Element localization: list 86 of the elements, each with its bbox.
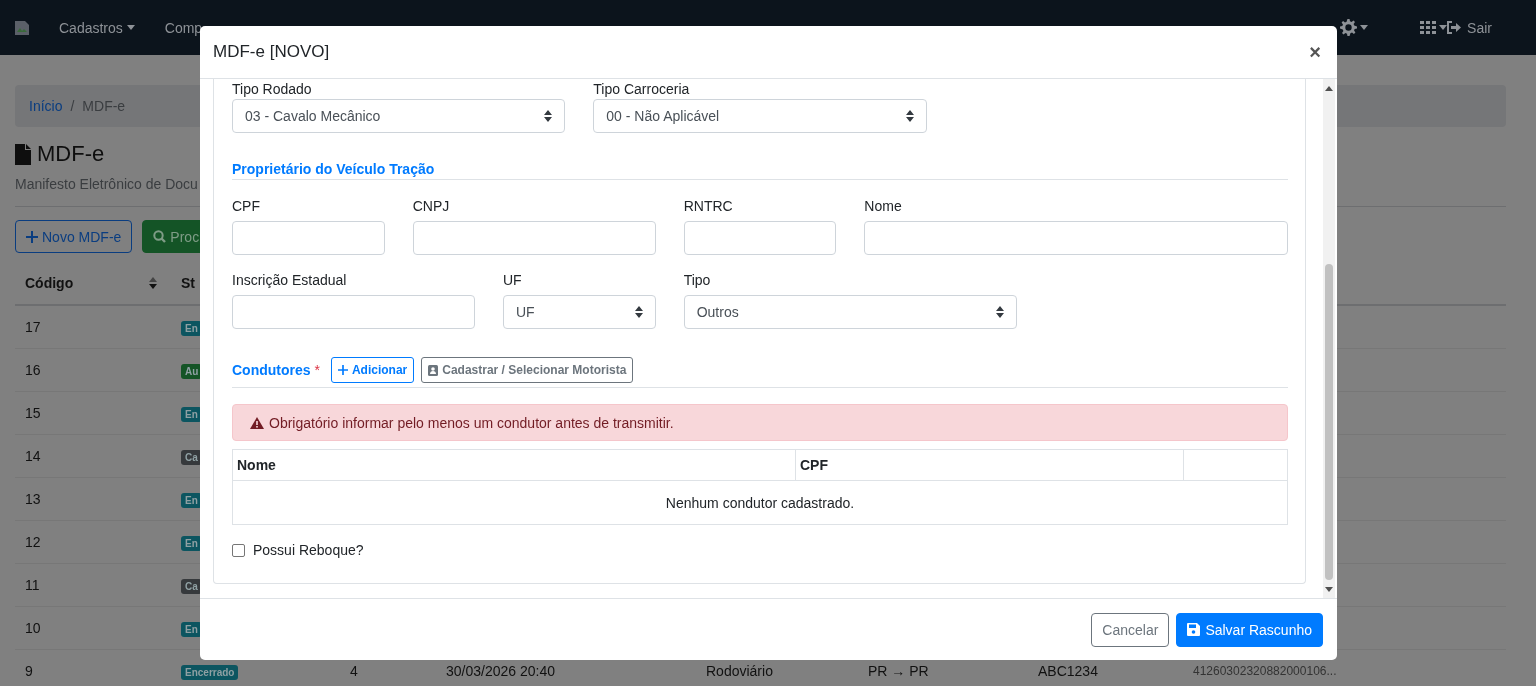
checkbox-label[interactable]: Possui Reboque?: [253, 542, 364, 558]
checkbox[interactable]: [232, 543, 245, 557]
column-header[interactable]: Código: [25, 275, 74, 291]
field-label: RNTRC: [683, 197, 734, 216]
text-field[interactable]: [232, 221, 385, 255]
page-subtitle: Manifesto Eletrônico de Docu: [15, 176, 198, 192]
select-driver-button[interactable]: Cadastrar / Selecionar Motorista: [421, 357, 634, 383]
nav-menu-item[interactable]: Comp: [164, 19, 203, 36]
column-header[interactable]: St: [181, 275, 195, 291]
status-badge: En: [181, 320, 202, 336]
logout-icon: [1447, 21, 1462, 34]
table-cell-text: ABC1234: [1037, 663, 1099, 679]
status-badge: En: [181, 621, 202, 637]
page-title: MDF-e: [37, 141, 105, 167]
logout-link[interactable]: Sair: [1447, 19, 1492, 36]
column-header: CPF: [795, 449, 1184, 481]
select-arrows-icon: [905, 110, 914, 122]
field-label: Nome: [864, 197, 903, 216]
table-cell-text: PR → PR: [867, 663, 930, 679]
select-field[interactable]: 00 - Não Aplicável: [593, 99, 927, 133]
text-field[interactable]: [864, 221, 1288, 255]
warning-icon: [250, 416, 264, 429]
table-cell-text: 13: [24, 491, 42, 507]
text-field[interactable]: [683, 221, 837, 255]
plus-icon: [26, 230, 38, 243]
add-button[interactable]: Adicionar: [330, 357, 415, 383]
broken-image-icon: [14, 19, 30, 36]
table-cell-text: 12: [24, 534, 42, 550]
search-icon: [153, 230, 167, 243]
cancel-button[interactable]: Cancelar: [1091, 612, 1170, 647]
table-cell-text: 15: [24, 405, 42, 421]
contact-card-icon: [428, 364, 439, 376]
field-label: Tipo Carroceria: [593, 80, 691, 99]
settings-icon[interactable]: [1340, 19, 1369, 36]
status-badge: Ca: [181, 578, 202, 594]
status-badge: En: [181, 406, 202, 422]
table-cell-text: 4: [349, 663, 359, 679]
sort-icon[interactable]: [149, 276, 157, 290]
save-draft-button[interactable]: Salvar Rascunho: [1176, 612, 1323, 647]
table-cell-text: 30/03/2026 20:40: [445, 663, 556, 679]
caret-icon: [1439, 25, 1448, 30]
document-icon: [15, 143, 31, 165]
empty-message: Nenhum condutor cadastrado.: [232, 480, 1288, 525]
status-badge: Au: [181, 363, 203, 379]
field-label: Tipo: [683, 271, 712, 290]
breadcrumb-separator: /: [70, 98, 75, 114]
table-cell-text: Rodoviário: [705, 663, 774, 679]
table-cell-text: 14: [24, 448, 42, 464]
column-header: Nome: [232, 449, 796, 481]
text-field[interactable]: [232, 295, 475, 329]
section-heading: Condutores *: [232, 362, 320, 378]
table-cell-text: 17: [24, 319, 42, 335]
status-badge: Encerrado: [181, 664, 239, 680]
field-label: UF: [503, 271, 523, 290]
table-cell-text: 9: [24, 663, 34, 679]
alert-text: Obrigatório informar pelo menos um condutor antes de transmitir.: [269, 414, 674, 431]
caret-icon: [1360, 25, 1369, 30]
field-label: Inscrição Estadual: [232, 271, 348, 290]
close-button[interactable]: ×: [1309, 40, 1321, 64]
field-label: CPF: [232, 197, 261, 216]
nav-menu-item[interactable]: Cadastros: [59, 19, 135, 36]
table-cell-text: 16: [24, 362, 42, 378]
select-arrows-icon: [544, 110, 553, 122]
scroll-up-arrow-icon[interactable]: [1325, 86, 1333, 91]
plus-icon: [337, 365, 348, 375]
table-cell-text: 11: [24, 577, 41, 593]
select-arrows-icon: [634, 306, 643, 318]
field-label: CNPJ: [412, 197, 451, 216]
grid-icon[interactable]: [1420, 20, 1448, 35]
select-arrows-icon: [996, 306, 1004, 318]
select-field[interactable]: UF: [503, 295, 656, 329]
breadcrumb-current: MDF-e: [82, 98, 126, 114]
field-label: Tipo Rodado: [232, 80, 313, 99]
table-cell-text: 41260302320882000106...: [1192, 664, 1338, 678]
scroll-down-arrow-icon[interactable]: [1325, 587, 1333, 592]
status-badge: Ca: [181, 449, 202, 465]
text-field[interactable]: [412, 221, 656, 255]
status-badge: En: [181, 492, 202, 508]
caret-icon: [126, 25, 135, 30]
select-field[interactable]: 03 - Cavalo Mecânico: [232, 99, 566, 133]
table-cell-text: 10: [24, 620, 42, 636]
section-heading: Proprietário do Veículo Tração: [232, 161, 435, 177]
scrollbar[interactable]: [1323, 79, 1335, 598]
status-badge: En: [181, 535, 202, 551]
modal-title: MDF-e [NOVO]: [213, 42, 330, 62]
select-field[interactable]: Outros: [683, 295, 1017, 329]
